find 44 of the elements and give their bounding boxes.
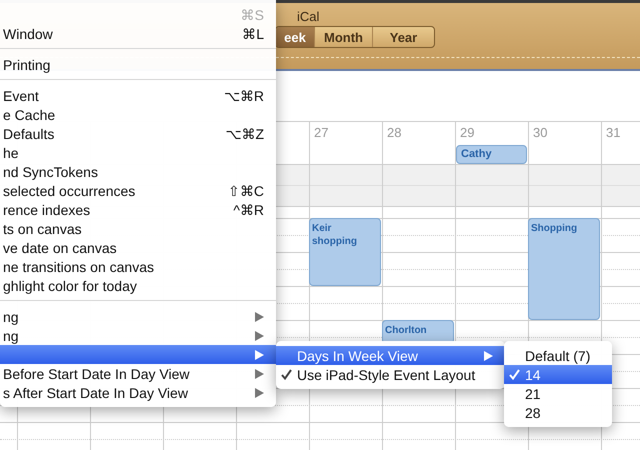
keyboard-shortcut: ⌘L (242, 26, 264, 42)
keyboard-shortcut: ^⌘R (233, 202, 264, 218)
menu-item[interactable]: ng (0, 326, 276, 345)
keyboard-shortcut: ⇧⌘C (228, 182, 264, 198)
menu-item[interactable]: s After Start Date In Day View (0, 383, 276, 402)
menu-item[interactable]: Default (7) (504, 346, 612, 365)
day-number: 29 (459, 124, 474, 140)
view-tab[interactable]: Year (372, 27, 434, 47)
menu-item[interactable]: ne transitions on canvas (0, 257, 276, 276)
menu-item[interactable]: rence indexes ^⌘R (0, 200, 276, 219)
checkmark-icon (509, 369, 520, 380)
menu-item[interactable]: Use iPad-Style Event Layout (276, 365, 505, 384)
menu-item[interactable]: ts on canvas (0, 219, 276, 238)
menu-item[interactable]: ghlight color for today (0, 276, 276, 295)
menu-item[interactable]: e Cache (0, 105, 276, 124)
calendar-event[interactable]: Keir shopping (309, 218, 381, 286)
menu-item[interactable]: Printing (0, 55, 276, 74)
menu-item[interactable]: ve date on canvas (0, 238, 276, 257)
menu-item[interactable]: nd SyncTokens (0, 162, 276, 181)
menu-item[interactable]: Event ⌥⌘R (0, 86, 276, 105)
view-tab[interactable]: Month (314, 27, 372, 47)
keyboard-shortcut: ⌥⌘R (224, 88, 264, 104)
day-number: 30 (532, 124, 548, 140)
menu-item[interactable]: ng (0, 307, 276, 326)
checkmark-icon (281, 369, 292, 380)
window-title: iCal (297, 9, 320, 24)
menu-item[interactable]: 28 (504, 403, 612, 422)
menu-item[interactable]: selected occurrences ⇧⌘C (0, 181, 276, 200)
view-tab[interactable]: eek (276, 27, 314, 47)
menu-item[interactable]: 21 (504, 384, 612, 403)
calendar-event[interactable]: Shopping (528, 218, 600, 320)
menu-item[interactable]: he (0, 143, 276, 162)
menu-item[interactable]: Window ⌘L (0, 24, 276, 43)
day-number: 27 (313, 124, 328, 140)
day-number: 31 (605, 124, 620, 140)
menu-item[interactable]: 14 (504, 365, 612, 384)
menu-item[interactable]: Before Start Date In Day View (0, 364, 276, 383)
day-number: 28 (386, 124, 402, 140)
menu-item[interactable]: Defaults ⌥⌘Z (0, 124, 276, 143)
menu-item[interactable] (0, 345, 276, 364)
calendar-event[interactable]: Cathy (456, 145, 527, 164)
keyboard-shortcut: ⌥⌘Z (225, 126, 264, 142)
menu-item[interactable]: Days In Week View (276, 346, 505, 365)
keyboard-shortcut: ⌘S (240, 6, 264, 22)
